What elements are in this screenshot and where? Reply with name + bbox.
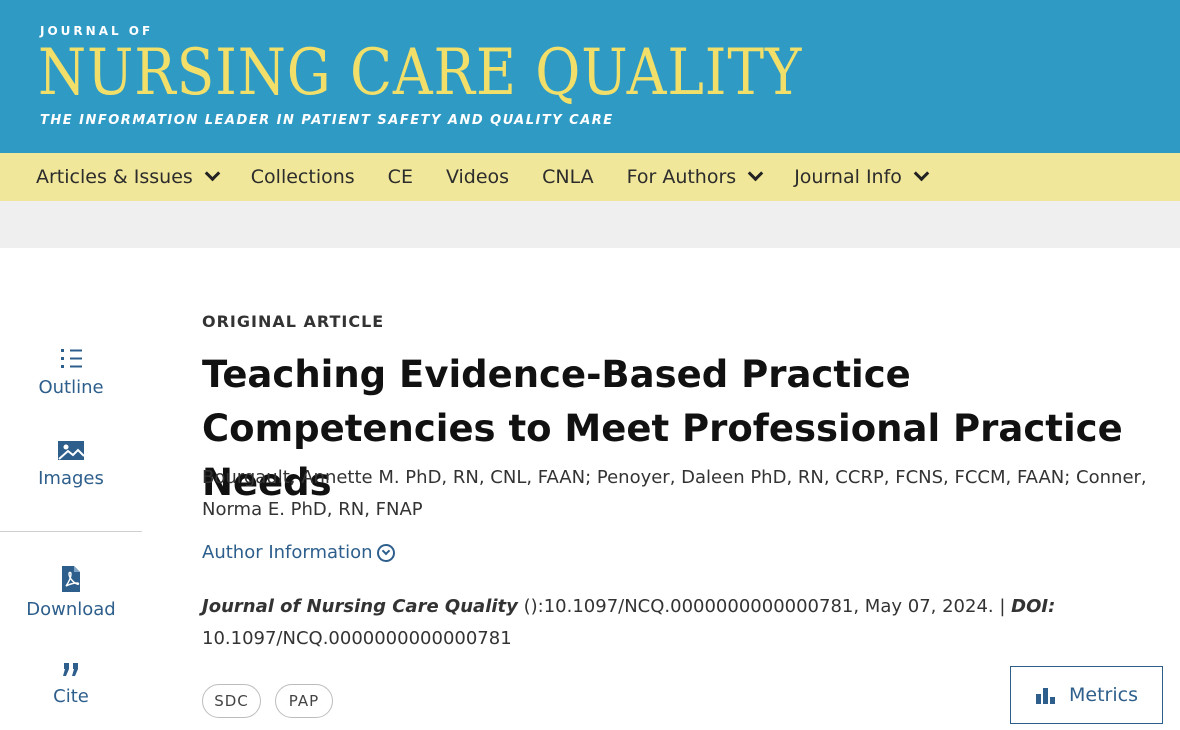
chevron-down-icon: [204, 165, 221, 182]
journal-name: Journal of Nursing Care Quality: [202, 596, 518, 617]
author-information-label: Author Information: [202, 542, 373, 563]
chevron-circle-down-icon: [376, 543, 395, 562]
sidebar-images[interactable]: Images: [0, 440, 142, 489]
badge-label: PAP: [288, 692, 320, 710]
badge-label: SDC: [214, 692, 249, 710]
nav-label: CE: [387, 166, 413, 188]
pdf-icon: [62, 566, 80, 592]
citation-text: ():10.1097/NCQ.0000000000000781, May 07,…: [517, 596, 1012, 617]
badge-pap[interactable]: PAP: [275, 684, 333, 718]
nav-label: Collections: [250, 166, 355, 188]
sidebar-cite[interactable]: Cite: [0, 660, 142, 707]
article-citation: Journal of Nursing Care Quality ():10.10…: [202, 591, 1162, 655]
journal-tagline: THE INFORMATION LEADER IN PATIENT SAFETY…: [40, 113, 614, 128]
sidebar-outline-label: Outline: [38, 377, 104, 398]
nav-label: Videos: [445, 166, 510, 188]
metrics-label: Metrics: [1069, 684, 1138, 706]
nav-for-authors[interactable]: For Authors: [626, 165, 764, 188]
nav-articles-issues[interactable]: Articles & Issues: [36, 165, 221, 188]
doi-label: DOI:: [1011, 596, 1056, 617]
quote-icon: [63, 663, 78, 676]
journal-banner[interactable]: JOURNAL OF NURSING CARE QUALITY THE INFO…: [0, 0, 1180, 153]
nav-label: For Authors: [626, 166, 737, 188]
sidebar-download-label: Download: [26, 599, 116, 620]
chevron-down-icon: [747, 165, 764, 182]
nav-label: Journal Info: [794, 166, 902, 188]
sidebar-divider: [0, 531, 142, 532]
doi-value: 10.1097/NCQ.0000000000000781: [202, 628, 512, 649]
image-icon: [58, 441, 85, 460]
nav-videos[interactable]: Videos: [446, 166, 509, 188]
journal-logo: NURSING CARE QUALITY: [38, 36, 803, 110]
list-icon: [61, 349, 82, 368]
nav-cnla[interactable]: CNLA: [542, 166, 594, 188]
metrics-button[interactable]: Metrics: [1010, 666, 1163, 724]
sidebar-outline[interactable]: Outline: [0, 347, 142, 398]
article-type: ORIGINAL ARTICLE: [202, 312, 385, 331]
nav-label: Articles & Issues: [36, 166, 193, 188]
sidebar-download[interactable]: Download: [0, 565, 142, 620]
badge-sdc[interactable]: SDC: [202, 684, 261, 718]
sidebar-cite-label: Cite: [53, 686, 89, 707]
bar-chart-icon: [1036, 688, 1056, 704]
grey-spacer-bar: [0, 201, 1180, 248]
author-information-toggle[interactable]: Author Information: [202, 542, 395, 563]
article-authors: Bourgault, Annette M. PhD, RN, CNL, FAAN…: [202, 467, 1147, 520]
nav-journal-info[interactable]: Journal Info: [794, 165, 930, 188]
sidebar-images-label: Images: [38, 468, 104, 489]
nav-label: CNLA: [542, 166, 594, 188]
nav-ce[interactable]: CE: [388, 166, 413, 188]
chevron-down-icon: [913, 165, 930, 182]
nav-collections[interactable]: Collections: [251, 166, 355, 188]
main-nav: Articles & Issues Collections CE Videos …: [0, 153, 1180, 201]
